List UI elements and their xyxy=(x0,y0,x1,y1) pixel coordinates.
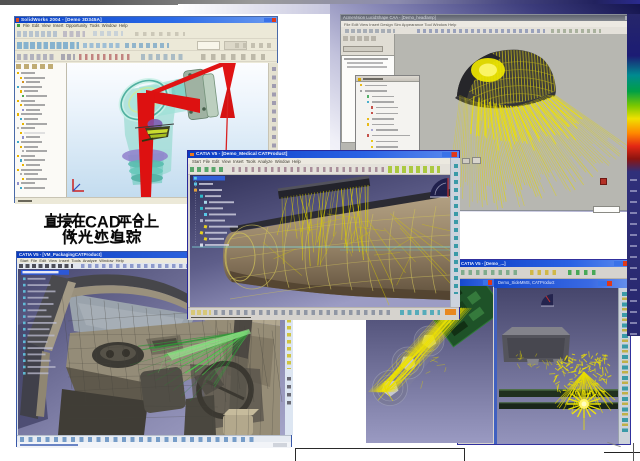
svg-text:CAD: CAD xyxy=(85,214,121,232)
